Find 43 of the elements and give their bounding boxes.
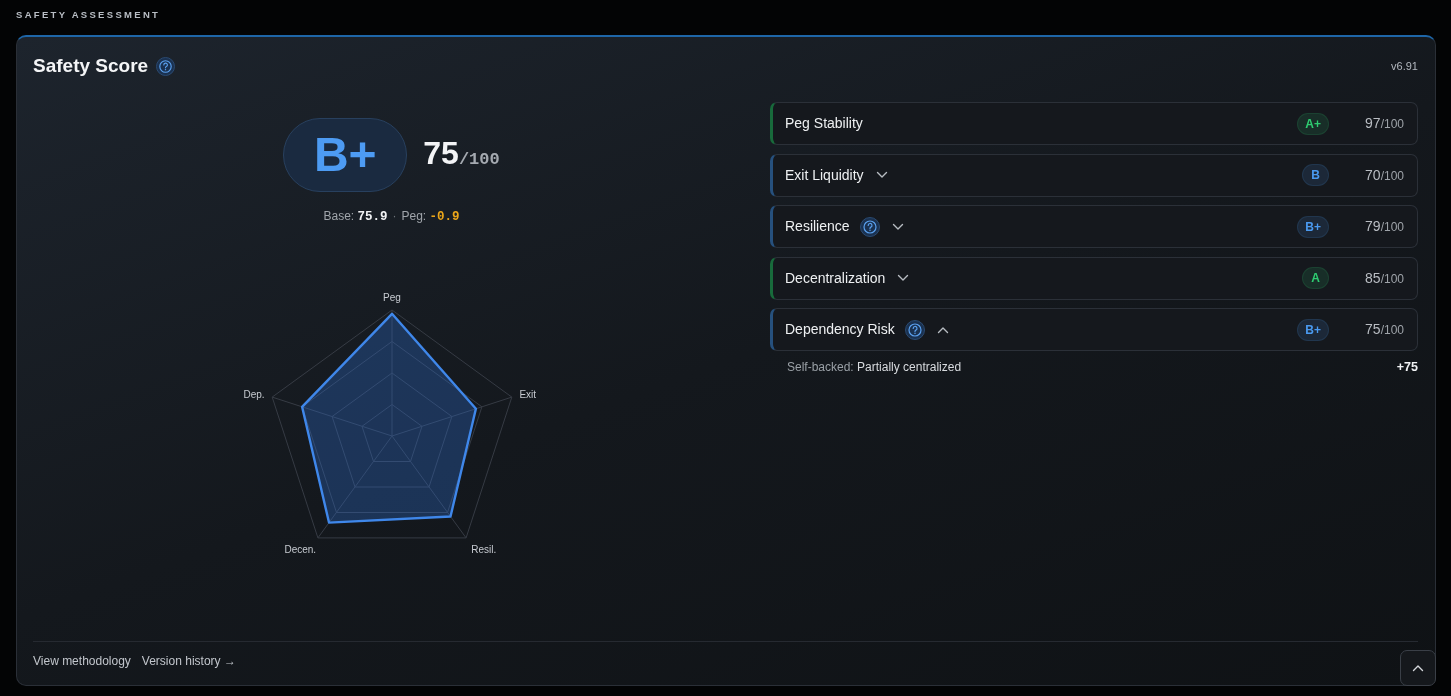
chevron-down-icon[interactable] (897, 274, 910, 282)
section-heading: SAFETY ASSESSMENT (16, 9, 162, 21)
dimension-name: Dependency Risk (785, 320, 895, 339)
chevron-up-icon[interactable] (936, 325, 949, 334)
detail-text: Self-backed: Partially centralized (787, 360, 962, 374)
dimension-row[interactable]: Resilience B+ 79/100 (770, 205, 1418, 248)
help-icon[interactable] (156, 56, 176, 76)
axis-label: Resil. (470, 543, 496, 555)
dimension-name: Peg Stability (785, 114, 863, 133)
detail-delta: +75 (1396, 360, 1418, 374)
grade-badge: B+ (1297, 318, 1329, 341)
axis-label: Dep. (243, 389, 265, 401)
dimension-score: 79/100 (1364, 217, 1404, 236)
scroll-top-button[interactable] (1400, 650, 1436, 686)
help-icon[interactable] (904, 319, 925, 340)
dimension-row[interactable]: Exit Liquidity B 70/100 (770, 153, 1418, 197)
dimension-score: 75/100 (1364, 320, 1404, 339)
dimension-score: 85/100 (1364, 268, 1404, 288)
grade-badge: A (1302, 267, 1329, 289)
card-title: Safety Score (33, 54, 149, 78)
chevron-up-icon[interactable] (1412, 664, 1424, 672)
footer-link[interactable]: View methodology (33, 654, 131, 668)
chevron-down-icon[interactable] (875, 171, 888, 179)
axis-label: Peg (382, 291, 401, 303)
dimension-row[interactable]: Dependency Risk B+ 75/100 (770, 308, 1418, 351)
overall-score: 75/100 (423, 137, 500, 173)
dimension-score: 70/100 (1364, 165, 1404, 185)
version-label: v6.91 (1391, 58, 1418, 74)
score-breakdown: Base: 75.9 · Peg: -0.9 (323, 209, 460, 224)
axis-label: Decen. (283, 543, 316, 555)
dimension-name: Exit Liquidity (785, 165, 864, 185)
footer-link[interactable]: Version history → (141, 654, 236, 668)
grade-badge: B (1302, 164, 1329, 186)
overall-grade: B+ (283, 118, 408, 192)
chevron-down-icon[interactable] (891, 222, 904, 231)
dimension-row[interactable]: Decentralization A 85/100 (770, 256, 1418, 300)
axis-label: Exit (518, 389, 536, 401)
grade-badge: A+ (1297, 112, 1329, 135)
dimension-name: Resilience (785, 217, 850, 236)
dimension-name: Decentralization (785, 268, 886, 288)
grade-badge: B+ (1297, 215, 1329, 238)
help-icon[interactable] (859, 216, 880, 237)
dimension-score: 97/100 (1364, 114, 1404, 133)
